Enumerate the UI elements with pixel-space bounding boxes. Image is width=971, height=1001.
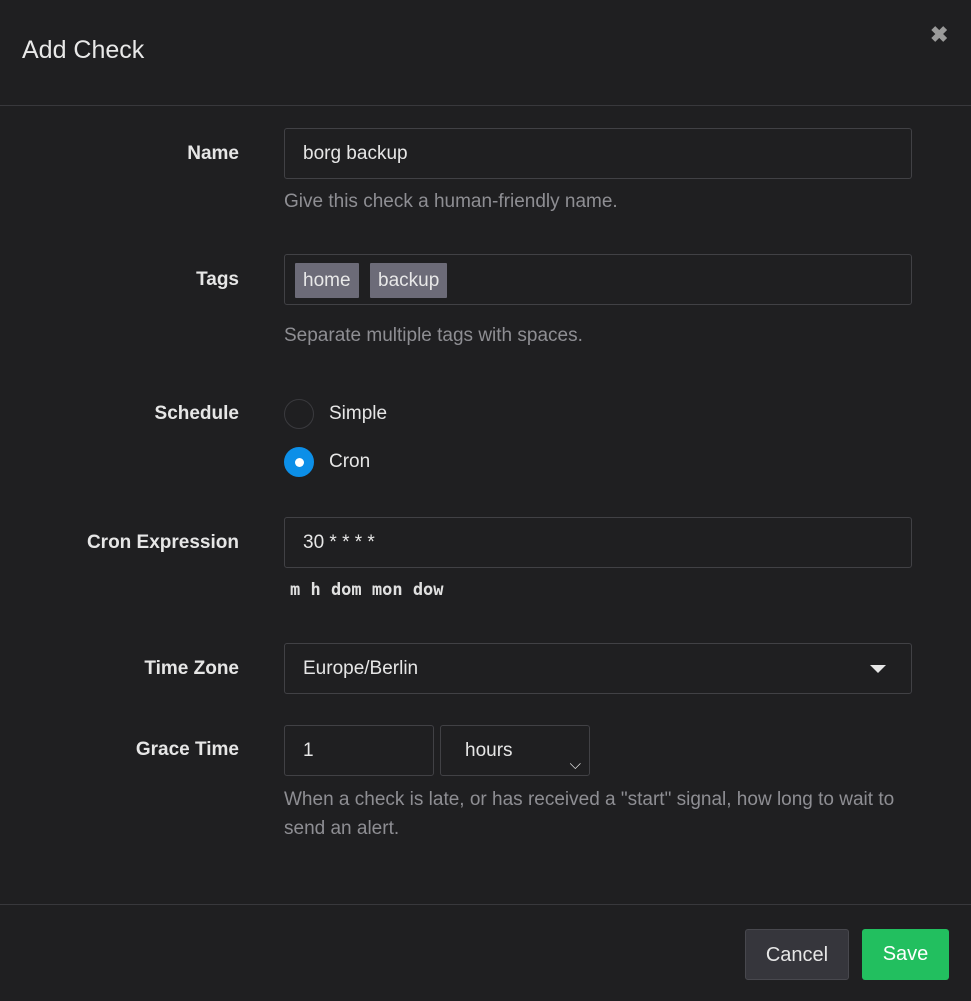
timezone-value: Europe/Berlin (303, 658, 419, 679)
tag-backup[interactable]: backup (370, 263, 448, 298)
radio-simple[interactable] (284, 399, 314, 429)
cron-hint: m h dom mon dow (290, 580, 444, 600)
name-help: Give this check a human-friendly name. (284, 191, 618, 212)
caret-down-icon (870, 665, 886, 673)
tags-help: Separate multiple tags with spaces. (284, 325, 583, 346)
cron-input[interactable]: 30 * * * * (284, 517, 912, 568)
radio-simple-label[interactable]: Simple (329, 403, 387, 425)
chevron-down-icon: ⌵ (569, 756, 581, 773)
name-input[interactable]: borg backup (284, 128, 912, 179)
grace-value-input[interactable]: 1 (284, 725, 434, 776)
grace-label: Grace Time (135, 739, 239, 760)
radio-cron-label[interactable]: Cron (329, 451, 370, 473)
timezone-select[interactable]: Europe/Berlin (284, 643, 912, 694)
grace-unit-select[interactable]: hours ⌵ (440, 725, 590, 776)
radio-cron[interactable] (284, 447, 314, 477)
dialog-header: Add Check ✖ (0, 0, 971, 106)
timezone-label: Time Zone (144, 658, 239, 679)
close-icon[interactable]: ✖ (930, 22, 948, 48)
schedule-label: Schedule (154, 403, 239, 424)
grace-help: When a check is late, or has received a … (284, 789, 895, 839)
dialog-title: Add Check (22, 36, 145, 64)
dialog-footer: Cancel Save (0, 904, 971, 1001)
tags-label: Tags (196, 269, 239, 290)
grace-unit-value: hours (465, 740, 513, 761)
tag-home[interactable]: home (295, 263, 359, 298)
tags-input[interactable]: home backup (284, 254, 912, 305)
cron-label: Cron Expression (86, 532, 239, 553)
name-label: Name (187, 143, 239, 164)
cancel-button[interactable]: Cancel (745, 929, 849, 980)
save-button[interactable]: Save (862, 929, 949, 980)
